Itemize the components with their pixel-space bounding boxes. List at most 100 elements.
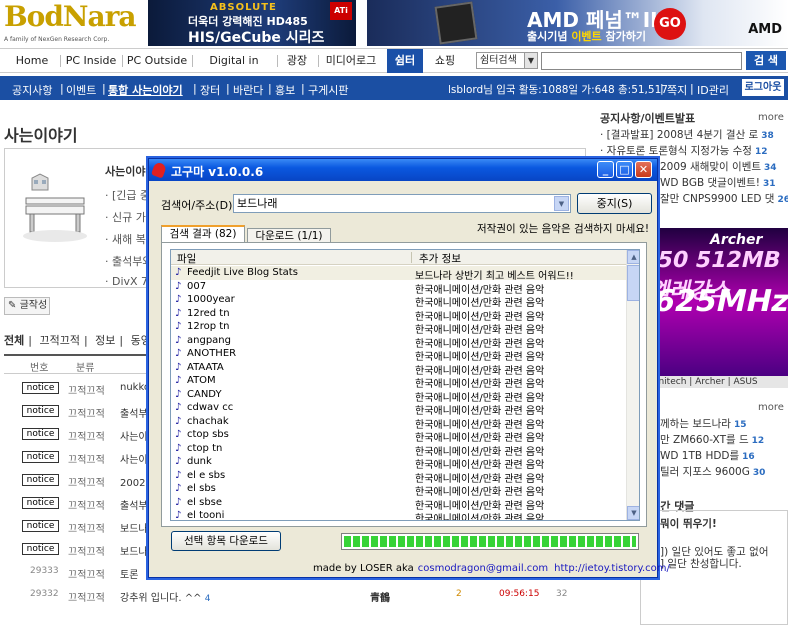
live-comment[interactable]: 뭐이 뛰우기! — [660, 516, 717, 531]
post-time: 09:56:15 — [499, 589, 540, 599]
result-row[interactable]: ♪ 12red tn 한국애니메이션/만화 관련 음악 — [171, 307, 626, 323]
nav-tab-shopping[interactable]: 쇼핑 — [427, 49, 463, 73]
tab-search-results[interactable]: 검색 결과 (82) — [161, 225, 245, 243]
close-icon[interactable]: ✕ — [635, 161, 652, 178]
col-header-file[interactable]: 파일 — [177, 251, 196, 266]
maximize-icon[interactable]: □ — [616, 161, 633, 178]
nav-tab-digital-in-hand[interactable]: Digital in Hand — [194, 49, 274, 91]
event-more-link[interactable]: more — [758, 402, 784, 413]
category-tab-scribble[interactable]: 끄적끄적 — [39, 334, 79, 347]
ad-banner-gpu[interactable]: ABSOLUTE 더욱더 강력해진 HD485 HIS/GeCube 시리즈 A… — [148, 0, 356, 46]
credit-email[interactable]: cosmodragon@gmail.com — [418, 563, 548, 574]
nav-tab-pc-inside[interactable]: PC Inside — [62, 49, 120, 73]
col-header-info[interactable]: 추가 정보 — [419, 251, 461, 266]
result-file-name: 1000year — [187, 294, 235, 305]
dialog-title: 고구마 v1.0.0.6 — [171, 165, 264, 179]
scroll-down-icon[interactable]: ▼ — [627, 506, 639, 520]
notice-item[interactable]: · 자유토론 토론형식 지정가능 수정 12 — [600, 143, 767, 158]
post-title[interactable]: 출석부 — [120, 497, 148, 512]
dialog-titlebar[interactable]: 고구마 v1.0.0.6 _ □ ✕ — [149, 159, 657, 181]
minimize-icon[interactable]: _ — [597, 161, 614, 178]
notice-more-link[interactable]: more — [758, 112, 784, 123]
nav-tab-home[interactable]: Home — [6, 49, 58, 73]
subnav-item-event[interactable]: 이벤트 — [66, 82, 96, 98]
brand-links-bar[interactable]: | Unitech | Archer | ASUS — [640, 376, 788, 388]
nav-tab-plaza[interactable]: 광장 — [279, 49, 315, 73]
result-row[interactable]: ♪ el e sbs 한국애니메이션/만화 관련 음악 — [171, 469, 626, 485]
post-author[interactable]: 青鶴 — [370, 589, 390, 604]
download-selected-button[interactable]: 선택 항목 다운로드 — [171, 531, 281, 551]
ad-banner-amd[interactable]: AMD 페넘™II 출시기념 이벤트 참가하기 GO AMD — [367, 0, 788, 46]
chevron-down-icon: ▼ — [524, 53, 537, 68]
result-row[interactable]: ♪ el sbse 한국애니메이션/만화 관련 음악 — [171, 496, 626, 512]
subnav-item-notice[interactable]: 공지사항 — [12, 82, 52, 98]
result-row[interactable]: ♪ 1000year 한국애니메이션/만화 관련 음악 — [171, 293, 626, 309]
search-button[interactable]: 검 색 — [746, 51, 786, 70]
post-title[interactable]: 토론 — [120, 566, 138, 581]
tab-downloads[interactable]: 다운로드 (1/1) — [247, 228, 331, 243]
post-title[interactable]: nukko — [120, 382, 150, 393]
credit-url[interactable]: http://ietoy.tistory.com/ — [554, 563, 670, 574]
site-logo[interactable]: BodNara A family of NexGen Research Corp… — [0, 0, 145, 48]
result-row[interactable]: ♪ 007 한국애니메이션/만화 관련 음악 — [171, 280, 626, 296]
result-row[interactable]: ♪ ATAATA 한국애니메이션/만화 관련 음악 — [171, 361, 626, 377]
id-manage-link[interactable]: ID관리 — [697, 82, 729, 98]
result-row[interactable]: ♪ el sbs 한국애니메이션/만화 관련 음악 — [171, 482, 626, 498]
subnav-item-integrated-life[interactable]: 통합 사는이야기 — [108, 82, 183, 98]
notice-item[interactable]: WD BGB 댓글이벤트! 31 — [660, 175, 776, 190]
post-title[interactable]: 출석부 — [120, 405, 148, 420]
event-item[interactable]: 틸러 지포스 9600G 30 — [660, 464, 765, 479]
search-input[interactable] — [541, 52, 742, 70]
post-title[interactable]: 강추위 입니다. ^^ 4 — [120, 589, 210, 604]
result-row[interactable]: ♪ 12rop tn 한국애니메이션/만화 관련 음악 — [171, 320, 626, 336]
result-row[interactable]: ♪ ANOTHER 한국애니메이션/만화 관련 음악 — [171, 347, 626, 363]
subnav-divider: | — [102, 82, 106, 95]
result-row[interactable]: ♪ ctop sbs 한국애니메이션/만화 관련 음악 — [171, 428, 626, 444]
scroll-up-icon[interactable]: ▲ — [627, 250, 639, 264]
scroll-thumb[interactable] — [627, 265, 639, 301]
stop-button[interactable]: 중지(S) — [577, 193, 652, 214]
write-post-button[interactable]: ✎ 글작성 — [4, 297, 50, 315]
logout-button[interactable]: 로그아웃 — [742, 79, 784, 96]
results-scrollbar[interactable]: ▲ ▼ — [626, 250, 639, 520]
messages-link[interactable]: 쪽지 — [667, 82, 687, 98]
result-row[interactable]: ♪ ctop tn 한국애니메이션/만화 관련 음악 — [171, 442, 626, 458]
subnav-item-old-board[interactable]: 구게시판 — [308, 82, 348, 98]
result-row[interactable]: ♪ angpang 한국애니메이션/만화 관련 음악 — [171, 334, 626, 350]
post-title[interactable]: 사는이 — [120, 451, 148, 466]
result-row[interactable]: ♪ chachak 한국애니메이션/만화 관련 음악 — [171, 415, 626, 431]
search-combo[interactable]: 보드나래 ▼ — [233, 194, 571, 213]
result-row[interactable]: ♪ ATOM 한국애니메이션/만화 관련 음악 — [171, 374, 626, 390]
notice-item[interactable]: 2009 새해맞이 이벤트 34 — [660, 159, 777, 174]
subnav-item-market[interactable]: 장터 — [200, 82, 220, 98]
search-scope-select[interactable]: 쉼터검색 ▼ — [476, 52, 538, 69]
event-item[interactable]: 만 ZM660-XT를 드 12 — [660, 432, 764, 447]
subnav-item-promo[interactable]: 홍보 — [275, 82, 295, 98]
post-title[interactable]: 사는이 — [120, 428, 148, 443]
ad-banner-archer[interactable]: Archer 50 512MB 엘레강스 625MHz — [640, 228, 788, 376]
notice-item[interactable]: · [결과발표] 2008년 4분기 결산 로 38 — [600, 127, 774, 142]
subnav-item-request[interactable]: 바란다 — [233, 82, 263, 98]
go-button[interactable]: GO — [654, 8, 686, 40]
post-title[interactable]: 보드나 — [120, 520, 148, 535]
post-title[interactable]: 보드나 — [120, 543, 148, 558]
category-tab-all[interactable]: 전체 — [4, 334, 24, 347]
result-row[interactable]: ♪ CANDY 한국애니메이션/만화 관련 음악 — [171, 388, 626, 404]
result-row[interactable]: ♪ el tooni 한국애니메이션/만화 관련 음악 — [171, 509, 626, 520]
event-item[interactable]: 께하는 보드나라 15 — [660, 416, 747, 431]
nav-tab-shelter[interactable]: 쉼터 — [387, 49, 423, 73]
results-list[interactable]: 파일 추가 정보 ♪ Feedjit Live Blog Stats 보드나라 상반… — [170, 249, 640, 521]
intro-link[interactable]: · 출석부와 — [105, 253, 152, 269]
result-row[interactable]: ♪ cdwav cc 한국애니메이션/만화 관련 음악 — [171, 401, 626, 417]
live-comment[interactable]: ] 일단 찬성합니다. — [660, 556, 742, 571]
chevron-down-icon[interactable]: ▼ — [554, 196, 569, 211]
search-label: 검색어/주소(D): — [161, 199, 237, 212]
event-item[interactable]: WD 1TB HDD를 16 — [660, 448, 755, 463]
table-row[interactable]: 29332 끄적끄적 강추위 입니다. ^^ 4 青鶴 2 09:56:15 32 — [4, 584, 586, 607]
category-tab-info[interactable]: 정보 — [95, 334, 115, 347]
notice-item[interactable]: 잘만 CNPS9900 LED 댓 26 — [660, 191, 788, 206]
result-row[interactable]: ♪ Feedjit Live Blog Stats 보드나라 상반기 최고 베스트 … — [171, 266, 626, 282]
nav-tab-medialog[interactable]: 미디어로그 — [320, 49, 382, 73]
nav-tab-pc-outside[interactable]: PC Outside — [124, 49, 190, 73]
result-row[interactable]: ♪ dunk 한국애니메이션/만화 관련 음악 — [171, 455, 626, 471]
